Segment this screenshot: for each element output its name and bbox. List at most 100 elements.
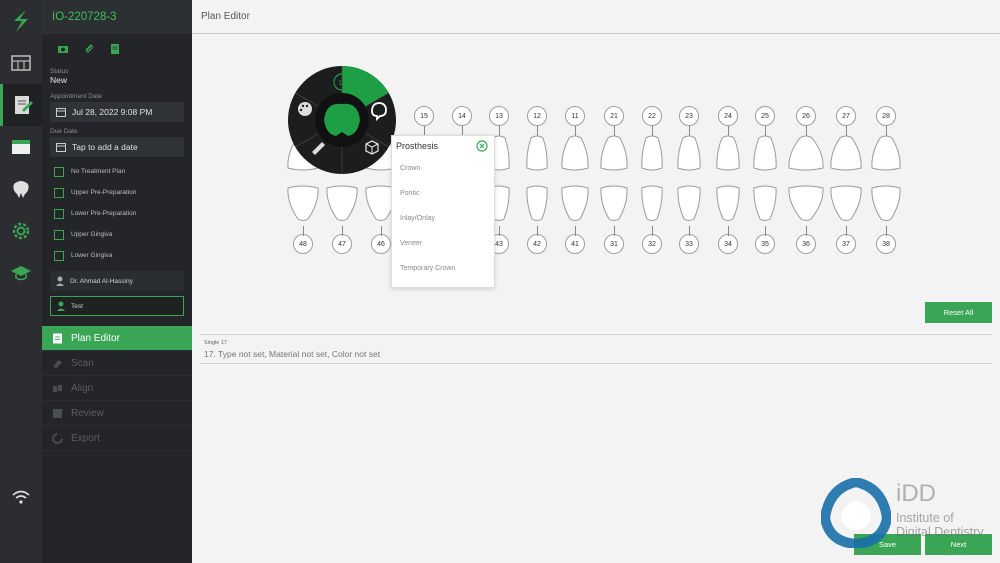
- tooth-number[interactable]: 47: [332, 234, 352, 254]
- tooth-crown[interactable]: [640, 184, 664, 222]
- tooth-crown[interactable]: [560, 184, 590, 222]
- tooth-number[interactable]: 26: [796, 106, 816, 126]
- checklist-item[interactable]: Lower Gingiva: [42, 245, 192, 266]
- rail-teeth-button[interactable]: [0, 168, 42, 210]
- checkbox[interactable]: [54, 208, 64, 219]
- checklist-item[interactable]: Upper Pre-Preparation: [42, 182, 192, 203]
- appointment-label: Appointment Date: [50, 93, 103, 100]
- tooth-number[interactable]: 41: [565, 234, 585, 254]
- tooth-crown[interactable]: [560, 134, 590, 172]
- tooth-number[interactable]: 31: [604, 234, 624, 254]
- tooth-crown[interactable]: [676, 134, 702, 172]
- user-icon: [56, 276, 64, 286]
- tooth-number[interactable]: 33: [679, 234, 699, 254]
- tooth-crown[interactable]: [870, 184, 902, 222]
- tooth-connector: [381, 226, 382, 236]
- popup-option-pontic[interactable]: Pontic: [392, 181, 494, 206]
- tooth-crown[interactable]: [599, 134, 629, 172]
- camera-icon[interactable]: [57, 43, 69, 55]
- step-export[interactable]: Export: [42, 426, 192, 451]
- tooth-number[interactable]: 37: [836, 234, 856, 254]
- case-tools: [42, 34, 192, 64]
- tooth-number[interactable]: 12: [527, 106, 547, 126]
- rail-education-button[interactable]: [0, 252, 42, 294]
- step-scan[interactable]: Scan: [42, 351, 192, 376]
- checklist-item[interactable]: No Treatment Plan: [42, 161, 192, 182]
- tooth-crown[interactable]: [870, 134, 902, 172]
- reset-all-button[interactable]: Reset All: [925, 302, 992, 323]
- tooth-number[interactable]: 15: [414, 106, 434, 126]
- tooth-crown[interactable]: [787, 134, 825, 172]
- due-date-label: Due Date: [50, 128, 78, 135]
- checkbox[interactable]: [54, 229, 64, 240]
- tooth-number[interactable]: 24: [718, 106, 738, 126]
- tooth-number[interactable]: 22: [642, 106, 662, 126]
- rail-window-button[interactable]: [0, 126, 42, 168]
- tooth-crown[interactable]: [640, 134, 664, 172]
- tooth-number[interactable]: 32: [642, 234, 662, 254]
- doctor-row[interactable]: Dr. Ahmad Al-Hassiny: [50, 271, 184, 291]
- tooth-crown[interactable]: [715, 184, 741, 222]
- tooth-crown[interactable]: [829, 184, 863, 222]
- popup-option-temporary-crown[interactable]: Temporary Crown: [392, 256, 494, 281]
- tooth-crown[interactable]: [525, 134, 549, 172]
- checkbox[interactable]: [54, 187, 64, 198]
- align-icon: [53, 384, 62, 392]
- rail-edit-button[interactable]: [0, 84, 42, 126]
- tooth-crown[interactable]: [829, 134, 863, 172]
- tooth-connector: [689, 226, 690, 236]
- checkbox[interactable]: [54, 166, 64, 177]
- page-title: Plan Editor: [192, 0, 1000, 34]
- rail-grid-button[interactable]: [0, 42, 42, 84]
- tooth-number[interactable]: 23: [679, 106, 699, 126]
- tooth-number[interactable]: 13: [489, 106, 509, 126]
- tooth-crown[interactable]: [752, 134, 778, 172]
- tooth-number[interactable]: 42: [527, 234, 547, 254]
- tooth-crown[interactable]: [676, 184, 702, 222]
- tooth-number[interactable]: 48: [293, 234, 313, 254]
- tooth-crown[interactable]: [787, 184, 825, 222]
- tooth-number[interactable]: 28: [876, 106, 896, 126]
- watermark-title: iDD: [896, 480, 936, 507]
- tooth-number[interactable]: 25: [755, 106, 775, 126]
- close-icon[interactable]: [476, 140, 488, 152]
- tooth-crown[interactable]: [752, 184, 778, 222]
- tooth-number[interactable]: 36: [796, 234, 816, 254]
- tooth-crown[interactable]: [715, 134, 741, 172]
- tooth-number[interactable]: 38: [876, 234, 896, 254]
- selected-tooth-icon: [324, 103, 360, 136]
- tooth-number[interactable]: 21: [604, 106, 624, 126]
- tooth-connector: [537, 226, 538, 236]
- tooth-number[interactable]: 11: [565, 106, 585, 126]
- tooth-number[interactable]: 27: [836, 106, 856, 126]
- tooth-number[interactable]: 34: [718, 234, 738, 254]
- calendar-icon: [56, 108, 66, 117]
- checklist-item[interactable]: Upper Gingiva: [42, 224, 192, 245]
- selection-details: 17. Type not set, Material not set, Colo…: [204, 349, 381, 359]
- tooth-number[interactable]: 35: [755, 234, 775, 254]
- step-label: Export: [71, 432, 100, 444]
- rail-settings-button[interactable]: [0, 210, 42, 252]
- popup-option-inlay-onlay[interactable]: Inlay/Onlay: [392, 206, 494, 231]
- step-align[interactable]: Align: [42, 376, 192, 401]
- tooth-crown[interactable]: [286, 184, 320, 222]
- tooth-crown[interactable]: [599, 184, 629, 222]
- step-review[interactable]: Review: [42, 401, 192, 426]
- document-icon: [53, 333, 62, 343]
- paperclip-icon[interactable]: [83, 43, 95, 55]
- step-plan-editor[interactable]: Plan Editor: [42, 326, 192, 351]
- notes-icon[interactable]: [109, 43, 121, 55]
- tooth-number[interactable]: 14: [452, 106, 472, 126]
- checkbox[interactable]: [54, 250, 64, 261]
- popup-option-veneer[interactable]: Veneer: [392, 231, 494, 256]
- checklist-item[interactable]: Lower Pre-Preparation: [42, 203, 192, 224]
- palette-icon[interactable]: [298, 102, 312, 116]
- checklist-label: Upper Pre-Preparation: [71, 189, 137, 196]
- appointment-field[interactable]: Jul 28, 2022 9:08 PM: [50, 102, 184, 122]
- tooth-crown[interactable]: [325, 184, 359, 222]
- patient-row[interactable]: Test: [50, 296, 184, 316]
- popup-option-crown[interactable]: Crown: [392, 156, 494, 181]
- due-date-field[interactable]: Tap to add a date: [50, 137, 184, 157]
- tooth-number[interactable]: 46: [371, 234, 391, 254]
- tooth-crown[interactable]: [525, 184, 549, 222]
